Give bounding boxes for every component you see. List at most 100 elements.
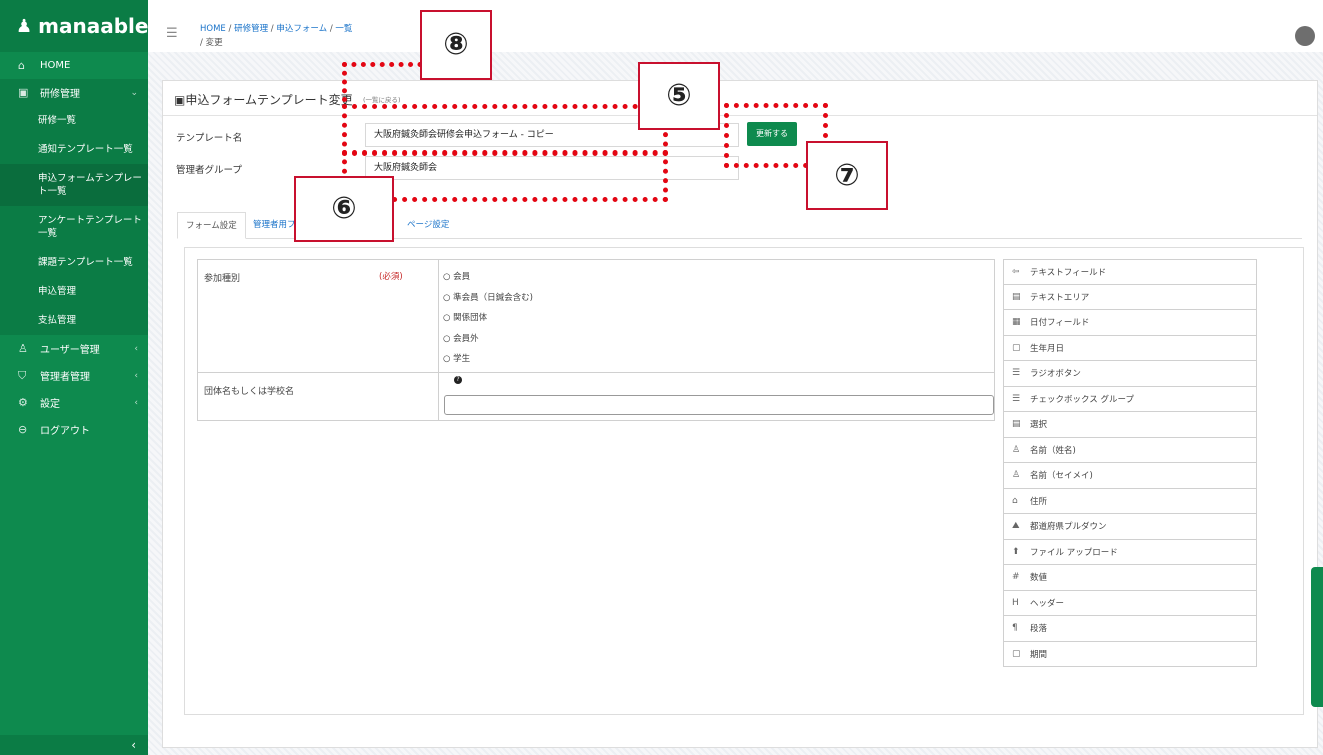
sidebar-subitem-payments[interactable]: 支払管理 [0,306,148,335]
annotation-box-8 [342,62,432,102]
sidebar-subitem-applications[interactable]: 申込管理 [0,277,148,306]
palette-item-label: チェックボックス グループ [1030,394,1134,405]
palette-item[interactable]: H ヘッダー [1003,590,1257,616]
paragraph-icon: ¶ [1012,623,1018,634]
home-icon: ⌂ [1012,495,1018,506]
palette-item-label: 選択 [1030,420,1048,431]
palette-item[interactable]: ☰ チェックボックス グループ [1003,386,1257,412]
radio-label: 学生 [453,354,471,364]
breadcrumb-list[interactable]: 一覧 [335,24,352,34]
radio-option[interactable]: ○ 準会員（日鍼会含む) [443,291,533,303]
form-fields: 参加種別 (必須) ○ 会員 ○ 準会員（日鍼会含む) ○ 関係団体 ○ 会員外… [197,259,995,421]
palette-item[interactable]: ▢ 期間 [1003,641,1257,667]
sidebar: ♟ manaable ⌂ HOME ▣ 研修管理 ⌄ 研修一覧 通知テンプレート一覧 申… [0,0,148,755]
palette-item-label: 段落 [1030,624,1048,635]
organization-input[interactable] [444,395,994,415]
breadcrumb-forms[interactable]: 申込フォーム [276,24,327,34]
palette-item[interactable]: ▤ テキストエリア [1003,284,1257,310]
radio-option[interactable]: ○ 学生 [443,352,470,364]
chevron-left-icon: ‹ [134,343,138,354]
palette-item[interactable]: ♙ 名前（姓名) [1003,437,1257,463]
tab-admin-form[interactable]: 管理者用フ [253,212,296,239]
logo[interactable]: ♟ manaable [0,0,148,52]
upload-icon: ⬆ [1012,546,1020,557]
radio-option[interactable]: ○ 会員外 [443,332,479,344]
sidebar-item-label: ログアウト [40,426,90,437]
help-icon[interactable]: ? [454,376,462,384]
chevron-left-icon: ‹ [134,397,138,408]
sidebar-item-admins[interactable]: ⛉ 管理者管理 ‹ [0,362,148,389]
template-icon: ▣ [174,93,186,107]
shield-icon: ⛉ [18,368,27,382]
sidebar-item-settings[interactable]: ⚙ 設定 ‹ [0,389,148,416]
field-row[interactable] [198,260,994,373]
logo-icon: ♟ [16,15,33,37]
template-name-label: テンプレート名 [176,133,243,144]
tab-form-settings[interactable]: フォーム設定 [177,212,246,239]
palette-item[interactable]: ⇦ テキストフィールド [1003,259,1257,285]
palette-item-label: テキストフィールド [1030,267,1107,278]
menu-icon[interactable]: ☰ [166,26,178,41]
radio-label: 会員外 [453,334,479,344]
sidebar-subitem-survey-templates[interactable]: アンケートテンプレート一覧 [0,206,148,248]
radio-label: 会員 [453,272,471,282]
sidebar-subitem-form-templates[interactable]: 申込フォームテンプレート一覧 [0,164,148,206]
palette-item-label: 数値 [1030,573,1048,584]
breadcrumb-home[interactable]: HOME [200,24,226,34]
checkbox-list-icon: ☰ [1012,393,1021,404]
palette-item-label: ヘッダー [1030,598,1065,609]
sidebar-subitem-course-list[interactable]: 研修一覧 [0,106,148,135]
sidebar-item-users[interactable]: ♙ ユーザー管理 ‹ [0,335,148,362]
palette-item[interactable]: ▢ 生年月日 [1003,335,1257,361]
logo-text: manaable [38,14,149,38]
help-chat-tab[interactable] [1311,567,1323,707]
palette-item[interactable]: ⌂ 住所 [1003,488,1257,514]
radio-option[interactable]: ○ 関係団体 [443,311,487,323]
book-icon: ▣ [18,86,29,99]
sidebar-item-label: 管理者管理 [40,372,90,383]
palette-item[interactable]: # 数値 [1003,565,1257,591]
heading-icon: H [1012,597,1019,608]
person-icon: ♙ [1012,444,1021,455]
sidebar-item-logout[interactable]: ⊖ ログアウト [0,416,148,443]
sidebar-subitem-task-templates[interactable]: 課題テンプレート一覧 [0,248,148,277]
palette-item[interactable]: ▦ 日付フィールド [1003,310,1257,336]
radio-option[interactable]: ○ 会員 [443,270,470,282]
palette-item-label: ファイル アップロード [1030,547,1118,558]
palette-item[interactable]: ♙ 名前（セイメイ) [1003,463,1257,489]
avatar[interactable] [1295,26,1315,46]
annotation-number-7: ⑦ [806,141,888,210]
text-area-icon: ▤ [1012,291,1021,302]
gear-icon: ⚙ [18,396,28,409]
palette-item[interactable]: ⛰ 都道府県プルダウン [1003,514,1257,540]
palette-item-label: 名前（セイメイ) [1030,471,1093,482]
calendar-outline-icon: ▢ [1012,648,1021,659]
sidebar-item-home[interactable]: ⌂ HOME [0,52,148,79]
sidebar-item-label: 設定 [40,399,60,410]
sidebar-item-training[interactable]: ▣ 研修管理 ⌄ [0,79,148,106]
palette-item[interactable]: ⬆ ファイル アップロード [1003,539,1257,565]
breadcrumb-training[interactable]: 研修管理 [234,24,268,34]
breadcrumb-current: 変更 [205,38,223,48]
annotation-number-6: ⑥ [294,176,394,242]
topbar: ☰ HOME / 研修管理 / 申込フォーム / 一覧 / 変更 [148,0,1323,52]
tab-page-settings[interactable]: ページ設定 [407,212,449,239]
palette-item[interactable]: ☰ ラジオボタン [1003,361,1257,387]
user-icon: ♙ [18,342,28,355]
text-field-icon: ⇦ [1012,266,1020,277]
select-icon: ▤ [1012,419,1021,430]
chevron-left-icon: ‹ [134,370,138,381]
palette-item-label: 名前（姓名) [1030,445,1076,456]
admin-group-label: 管理者グループ [176,165,242,176]
hash-icon: # [1012,572,1020,583]
breadcrumb: HOME / 研修管理 / 申込フォーム / 一覧 / 変更 [200,24,353,48]
column-divider [438,260,439,420]
palette-item-label: テキストエリア [1030,292,1090,303]
chevron-left-icon: ‹ [131,738,136,752]
palette-item[interactable]: ¶ 段落 [1003,616,1257,642]
palette-item[interactable]: ▤ 選択 [1003,412,1257,438]
sidebar-subitem-notify-templates[interactable]: 通知テンプレート一覧 [0,135,148,164]
sidebar-collapse-button[interactable]: ‹ [0,735,148,755]
annotation-number-5: ⑤ [638,62,720,130]
map-icon: ⛰ [1012,521,1020,532]
